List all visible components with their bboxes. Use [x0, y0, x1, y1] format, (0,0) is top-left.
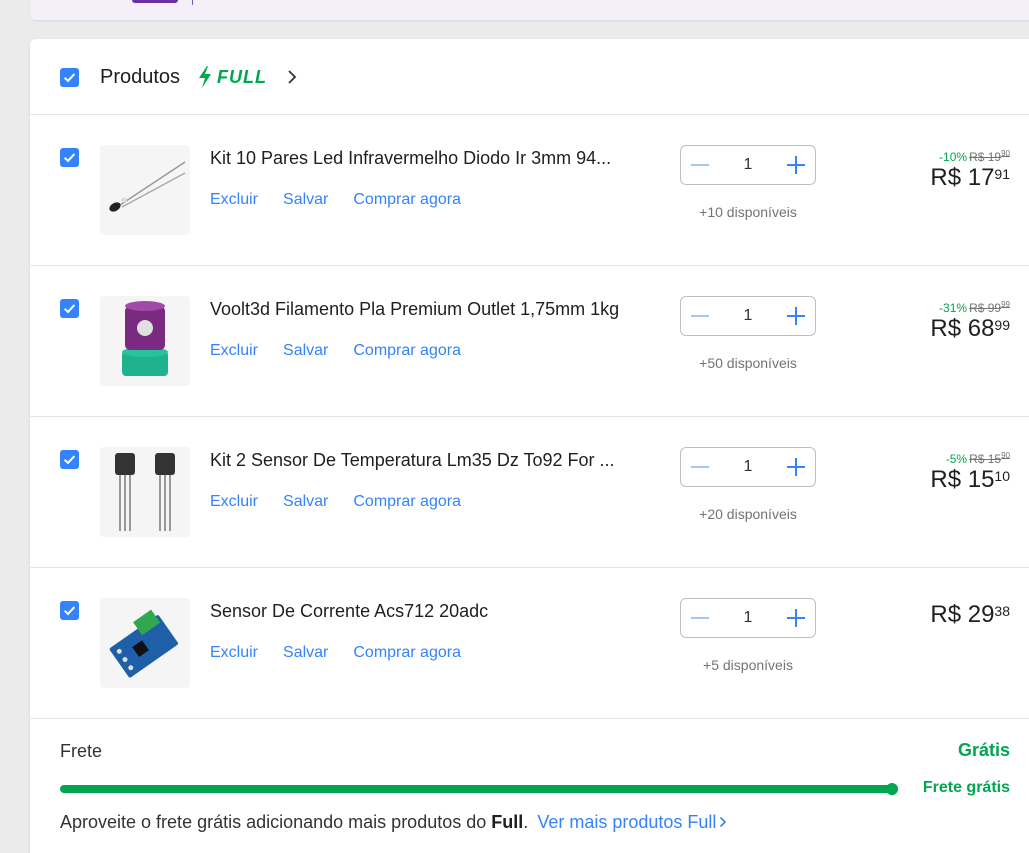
- progress-fill: [60, 783, 898, 795]
- lightning-icon: [199, 66, 211, 88]
- decrease-button[interactable]: [691, 307, 709, 325]
- quantity-stepper: 1: [680, 598, 816, 638]
- cart-item: Kit 2 Sensor De Temperatura Lm35 Dz To92…: [30, 417, 1029, 568]
- cart-item: Kit 10 Pares Led Infravermelho Diodo Ir …: [30, 115, 1029, 266]
- shipping-section: Frete Grátis Frete grátis Aproveite o fr…: [30, 721, 1029, 853]
- old-price: R$ 9999: [969, 300, 1010, 315]
- delete-link[interactable]: Excluir: [210, 493, 258, 511]
- shipping-note: Aproveite o frete grátis adicionando mai…: [60, 812, 727, 833]
- increase-button[interactable]: [787, 609, 805, 627]
- product-title[interactable]: Kit 10 Pares Led Infravermelho Diodo Ir …: [210, 148, 660, 169]
- product-title[interactable]: Kit 2 Sensor De Temperatura Lm35 Dz To92…: [210, 450, 660, 471]
- product-title[interactable]: Voolt3d Filamento Pla Premium Outlet 1,7…: [210, 299, 660, 320]
- availability-text: +5 disponíveis: [703, 657, 793, 673]
- product-image[interactable]: [100, 296, 190, 386]
- item-checkbox[interactable]: [60, 299, 79, 318]
- price-block: -10% R$ 1990 R$ 1791: [930, 149, 1010, 192]
- top-banner: [30, 0, 1029, 20]
- save-link[interactable]: Salvar: [283, 644, 328, 662]
- delete-link[interactable]: Excluir: [210, 644, 258, 662]
- buy-now-link[interactable]: Comprar agora: [353, 342, 461, 360]
- discount-percent: -5%: [945, 452, 968, 466]
- full-text: Full: [491, 812, 524, 832]
- quantity-value[interactable]: 1: [744, 156, 753, 174]
- item-checkbox[interactable]: [60, 450, 79, 469]
- current-price: R$ 1510: [930, 466, 1010, 493]
- chevron-right-icon: [720, 816, 727, 828]
- see-more-full-link[interactable]: Ver mais produtos Full: [537, 812, 727, 832]
- decrease-button[interactable]: [691, 458, 709, 476]
- section-title: Produtos: [100, 66, 181, 88]
- buy-now-link[interactable]: Comprar agora: [353, 191, 461, 209]
- old-price: R$ 1590: [969, 451, 1010, 466]
- availability-text: +20 disponíveis: [699, 506, 797, 522]
- quantity-stepper: 1: [680, 447, 816, 487]
- cart-item: Voolt3d Filamento Pla Premium Outlet 1,7…: [30, 266, 1029, 417]
- increase-button[interactable]: [787, 458, 805, 476]
- availability-text: +50 disponíveis: [699, 355, 797, 371]
- product-image[interactable]: [100, 145, 190, 235]
- save-link[interactable]: Salvar: [283, 342, 328, 360]
- cart-header: Produtos FULL: [30, 39, 1029, 115]
- brand-logo: [132, 0, 178, 3]
- decrease-button[interactable]: [691, 609, 709, 627]
- product-image[interactable]: [100, 447, 190, 537]
- cart-card: Produtos FULL Kit 10 Pares Led Infraverm…: [30, 39, 1029, 853]
- buy-now-link[interactable]: Comprar agora: [353, 644, 461, 662]
- free-shipping-label: Frete grátis: [922, 779, 1010, 796]
- full-badge-label: FULL: [217, 66, 267, 87]
- price-block: -31% R$ 9999 R$ 6899: [930, 300, 1010, 343]
- current-price: R$ 1791: [930, 164, 1010, 191]
- select-all-checkbox[interactable]: [60, 68, 79, 87]
- price-block: R$ 2938: [930, 601, 1010, 629]
- quantity-value[interactable]: 1: [744, 307, 753, 325]
- save-link[interactable]: Salvar: [283, 191, 328, 209]
- item-checkbox[interactable]: [60, 601, 79, 620]
- current-price: R$ 6899: [930, 315, 1010, 342]
- product-title[interactable]: Sensor De Corrente Acs712 20adc: [210, 601, 660, 622]
- availability-text: +10 disponíveis: [699, 204, 797, 220]
- discount-percent: -10%: [939, 150, 968, 164]
- increase-button[interactable]: [787, 156, 805, 174]
- chevron-right-icon[interactable]: [287, 69, 297, 85]
- old-price: R$ 1990: [969, 149, 1010, 164]
- cart-item: Sensor De Corrente Acs712 20adc Excluir …: [30, 568, 1029, 719]
- delete-link[interactable]: Excluir: [210, 342, 258, 360]
- free-shipping-progress: [60, 783, 898, 795]
- quantity-value[interactable]: 1: [744, 609, 753, 627]
- product-image[interactable]: [100, 598, 190, 688]
- item-checkbox[interactable]: [60, 148, 79, 167]
- quantity-stepper: 1: [680, 296, 816, 336]
- decrease-button[interactable]: [691, 156, 709, 174]
- quantity-value[interactable]: 1: [744, 458, 753, 476]
- shipping-value: Grátis: [957, 740, 1010, 760]
- full-badge[interactable]: FULL: [197, 66, 267, 88]
- buy-now-link[interactable]: Comprar agora: [353, 493, 461, 511]
- delete-link[interactable]: Excluir: [210, 191, 258, 209]
- banner-divider: [192, 0, 193, 5]
- progress-dot: [886, 783, 898, 795]
- discount-percent: -31%: [939, 301, 968, 315]
- increase-button[interactable]: [787, 307, 805, 325]
- current-price: R$ 2938: [930, 601, 1010, 628]
- quantity-stepper: 1: [680, 145, 816, 185]
- shipping-label: Frete: [60, 741, 103, 761]
- save-link[interactable]: Salvar: [283, 493, 328, 511]
- price-block: -5% R$ 1590 R$ 1510: [930, 451, 1010, 494]
